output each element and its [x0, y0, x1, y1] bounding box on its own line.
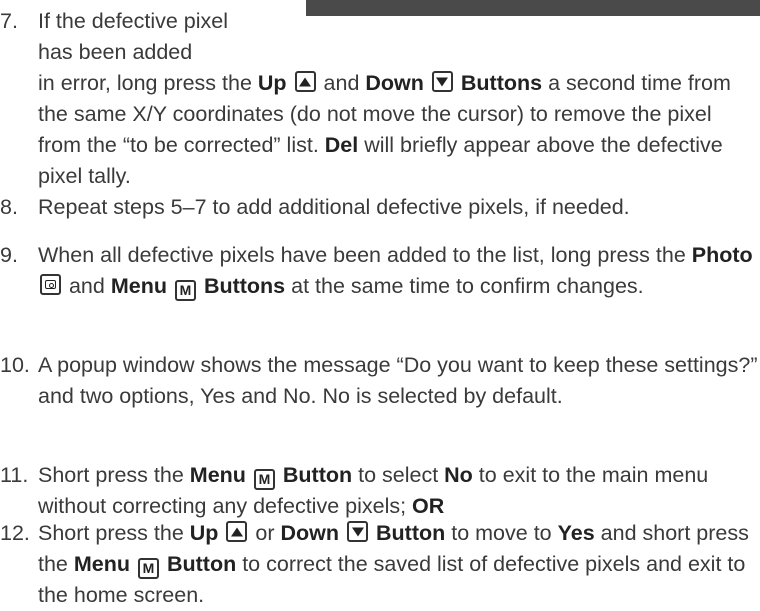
step-8: 8. Repeat steps 5–7 to add additional de… — [0, 192, 760, 223]
menu-m-button-icon: M — [253, 469, 275, 490]
down-label: Down — [365, 71, 424, 95]
step-12: 12. Short press the Up or Down Button to… — [0, 518, 760, 611]
del-label: Del — [324, 133, 359, 157]
menu-m-button-icon: M — [138, 558, 159, 579]
down-label: Down — [280, 521, 340, 545]
step-text: A popup window shows the message “Do you… — [38, 353, 758, 408]
down-arrow-button-icon — [431, 71, 453, 92]
buttons-label: Buttons — [203, 274, 286, 298]
step-9: 9. When all defective pixels have been a… — [0, 240, 760, 302]
button-label: Button — [282, 463, 353, 487]
yes-label: Yes — [557, 521, 595, 545]
menu-label: Menu — [189, 463, 246, 487]
up-arrow-button-icon — [294, 71, 316, 92]
step-11: 11. Short press the Menu M Button to sel… — [0, 460, 760, 522]
step-number: 12. — [0, 521, 30, 545]
up-label: Up — [189, 521, 219, 545]
up-arrow-button-icon — [226, 521, 248, 542]
buttons-label: Buttons — [460, 71, 543, 95]
step-7: 7. If the defective pixel has been added — [0, 6, 300, 68]
menu-label: Menu — [110, 274, 167, 298]
button-label: Button — [376, 521, 446, 545]
or-label: OR — [412, 494, 445, 518]
step-number: 11. — [0, 463, 29, 487]
up-label: Up — [257, 71, 287, 95]
button-label: Button — [166, 552, 237, 576]
step-text: Repeat steps 5–7 to add additional defec… — [38, 195, 630, 219]
step-number: 9. — [0, 243, 18, 267]
step-7-line-2: has been added — [38, 40, 193, 64]
photo-label: Photo — [691, 243, 753, 267]
menu-m-button-icon: M — [174, 280, 196, 301]
step-number: 8. — [0, 195, 18, 219]
step-7-line-1: If the defective pixel — [38, 9, 229, 33]
figure-image-bottom-edge — [306, 0, 760, 16]
down-arrow-button-icon — [347, 521, 369, 542]
no-label: No — [444, 463, 473, 487]
camera-button-icon — [40, 274, 61, 295]
menu-label: Menu — [73, 552, 131, 576]
step-7-body: in error, long press the Up and Down But… — [38, 71, 731, 188]
step-number: 10. — [0, 353, 30, 377]
step-10: 10. A popup window shows the message “Do… — [0, 350, 760, 412]
step-number: 7. — [0, 9, 18, 33]
